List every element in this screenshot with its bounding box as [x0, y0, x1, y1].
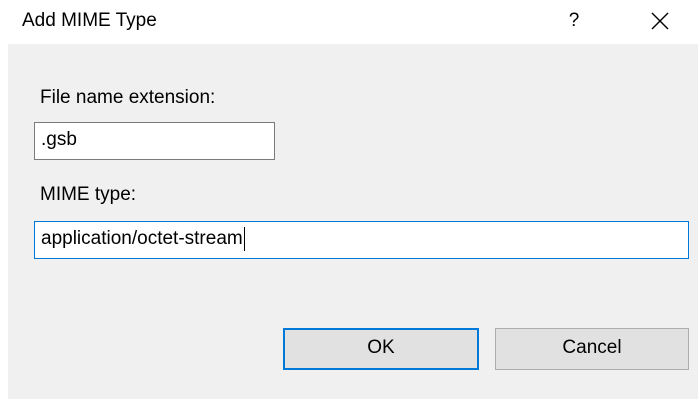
close-button[interactable]	[640, 4, 680, 38]
extension-field[interactable]: .gsb	[34, 122, 275, 160]
text-caret	[243, 226, 245, 251]
ok-button[interactable]: OK	[283, 328, 479, 370]
mime-type-value: application/octet-stream	[41, 228, 243, 249]
add-mime-type-dialog: Add MIME Type ? File name extension: .gs…	[0, 0, 698, 399]
extension-label: File name extension:	[40, 87, 216, 108]
dialog-title: Add MIME Type	[22, 10, 157, 31]
cancel-button[interactable]: Cancel	[495, 328, 689, 370]
mime-type-label: MIME type:	[40, 184, 137, 205]
mime-type-field[interactable]: application/octet-stream	[34, 221, 689, 259]
dialog-body: File name extension: .gsb MIME type: app…	[8, 44, 698, 399]
extension-value: .gsb	[41, 129, 77, 150]
close-icon	[651, 12, 669, 30]
title-bar: Add MIME Type ?	[0, 0, 698, 44]
help-button[interactable]: ?	[556, 4, 592, 38]
